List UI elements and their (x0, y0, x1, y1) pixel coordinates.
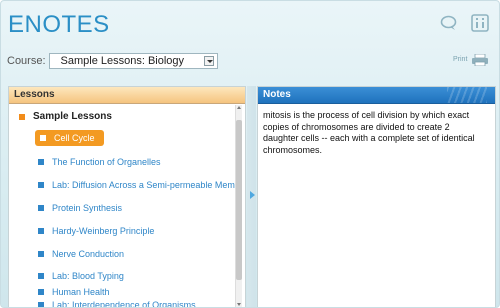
square-bullet-icon (38, 205, 44, 211)
square-bullet-icon (38, 228, 44, 234)
app-title: ENOTES (8, 11, 110, 38)
lessons-panel: Lessons Sample Lessons Cell Cycle The Fu… (8, 86, 246, 308)
square-bullet-icon (40, 135, 46, 141)
square-bullet-icon (38, 159, 44, 165)
lesson-item-cell-cycle[interactable]: Cell Cycle (35, 130, 104, 146)
lessons-panel-header: Lessons (9, 87, 245, 104)
chat-bubble-icon[interactable] (439, 13, 459, 33)
lesson-item-label: Cell Cycle (54, 133, 95, 143)
lesson-item-label: Lab: Interdependence of Organisms (52, 300, 196, 308)
square-bullet-icon (19, 113, 25, 120)
collapse-arrow-icon[interactable] (250, 191, 255, 199)
header-stripes (447, 87, 487, 103)
help-window-icon[interactable] (470, 13, 490, 33)
square-bullet-icon (38, 289, 44, 295)
lessons-tree: Sample Lessons Cell Cycle The Function o… (9, 104, 245, 308)
app-window: ENOTES Course: Sample Lessons: Biology P… (0, 0, 500, 308)
lesson-item-label: Human Health (52, 287, 110, 297)
lesson-item-label: Lab: Blood Typing (52, 271, 124, 281)
square-bullet-icon (38, 182, 44, 188)
course-row: Course: Sample Lessons: Biology (7, 52, 218, 70)
lesson-item-label: Hardy-Weinberg Principle (52, 226, 155, 236)
lesson-item-label: Protein Synthesis (52, 203, 123, 213)
lesson-item-label: The Function of Organelles (52, 157, 161, 167)
tree-root-label: Sample Lessons (33, 111, 112, 122)
scroll-up-icon[interactable] (237, 106, 241, 109)
lesson-item-hardy-weinberg[interactable]: Hardy-Weinberg Principle (38, 223, 154, 239)
course-selected-value: Sample Lessons: Biology (60, 55, 185, 67)
notes-panel: Notes mitosis is the process of cell div… (257, 86, 496, 307)
printer-icon[interactable] (471, 53, 489, 67)
square-bullet-icon (38, 273, 44, 279)
scrollbar-thumb[interactable] (236, 120, 242, 280)
square-bullet-icon (38, 251, 44, 257)
print-link[interactable]: Print (453, 56, 467, 63)
lessons-scrollbar[interactable] (235, 105, 242, 307)
square-bullet-icon (38, 302, 44, 307)
lesson-item-nerve-conduction[interactable]: Nerve Conduction (38, 246, 124, 262)
notes-panel-header: Notes (258, 87, 495, 104)
notes-panel-title: Notes (263, 89, 291, 100)
scroll-down-icon[interactable] (237, 303, 241, 306)
lesson-item-protein-synthesis[interactable]: Protein Synthesis (38, 200, 122, 216)
lesson-item-label: Nerve Conduction (52, 249, 125, 259)
course-label: Course: (7, 55, 46, 67)
chevron-down-icon[interactable] (203, 56, 214, 66)
lesson-item-lab-diffusion[interactable]: Lab: Diffusion Across a Semi-permeable M… (38, 177, 240, 193)
course-select[interactable]: Sample Lessons: Biology (48, 53, 218, 69)
lesson-item-lab-blood-typing[interactable]: Lab: Blood Typing (38, 268, 124, 284)
lesson-item-label: Lab: Diffusion Across a Semi-permeable M… (52, 180, 240, 190)
notes-body[interactable]: mitosis is the process of cell division … (263, 110, 483, 156)
tree-root-sample-lessons[interactable]: Sample Lessons (19, 111, 112, 122)
lesson-item-function-of-organelles[interactable]: The Function of Organelles (38, 154, 161, 170)
lesson-item-lab-interdependence[interactable]: Lab: Interdependence of Organisms (38, 297, 196, 308)
